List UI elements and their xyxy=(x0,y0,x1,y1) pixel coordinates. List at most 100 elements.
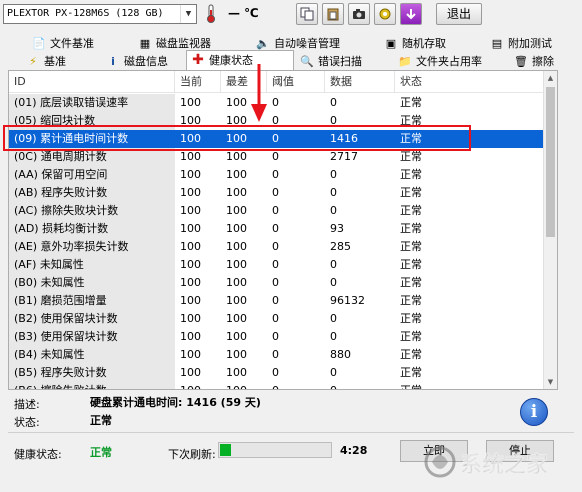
attr-id-cell: (B3) 使用保留块计数 xyxy=(9,328,175,346)
worst-cell: 100 xyxy=(226,240,247,253)
table-row[interactable]: (09) 累计通电时间计数 100 100 0 1416 正常 xyxy=(9,130,545,148)
current-cell: 100 xyxy=(180,186,201,199)
threshold-cell: 0 xyxy=(272,258,279,271)
health-cross-icon: ✚ xyxy=(192,52,204,68)
next-refresh-label: 下次刷新: xyxy=(168,448,216,461)
header-status[interactable]: 状态 xyxy=(395,71,545,93)
data-cell: 880 xyxy=(330,348,351,361)
header-worst[interactable]: 最差 xyxy=(221,71,267,93)
worst-cell: 100 xyxy=(226,348,247,361)
exit-button[interactable]: 退出 xyxy=(436,3,482,25)
extra-tests-icon: ▤ xyxy=(491,37,503,50)
status-cell: 正常 xyxy=(400,222,422,235)
trash-icon: 🗑 xyxy=(514,55,528,68)
table-row[interactable]: (AB) 程序失败计数 100 100 0 0 正常 xyxy=(9,184,545,202)
tab-error-scan[interactable]: 🔍 错误扫描 xyxy=(296,52,362,71)
header-current[interactable]: 当前 xyxy=(175,71,221,93)
table-row[interactable]: (B0) 未知属性 100 100 0 0 正常 xyxy=(9,274,545,292)
data-cell: 0 xyxy=(325,382,395,389)
current-cell: 100 xyxy=(180,348,201,361)
current-cell: 100 xyxy=(180,204,201,217)
tab-disk-info[interactable]: i 磁盘信息 xyxy=(102,52,168,71)
threshold-cell: 0 xyxy=(272,294,279,307)
current-cell: 100 xyxy=(180,312,201,325)
data-cell: 1416 xyxy=(325,130,395,148)
table-row[interactable]: (AF) 未知属性 100 100 0 0 正常 xyxy=(9,256,545,274)
refresh-now-button[interactable]: 立即 xyxy=(400,440,468,462)
header-id[interactable]: ID xyxy=(9,71,175,93)
worst-cell: 100 xyxy=(226,150,247,163)
table-row[interactable]: (AC) 擦除失败块计数 100 100 0 0 正常 xyxy=(9,202,545,220)
tab-label: 自动噪音管理 xyxy=(274,37,340,50)
settings-icon xyxy=(379,8,391,20)
options-button[interactable] xyxy=(374,3,396,25)
drive-select[interactable]: PLEXTOR PX-128M6S (128 GB) ▼ xyxy=(3,4,197,24)
magnifier-icon: 🔍 xyxy=(300,55,314,68)
data-cell: 0 xyxy=(330,276,337,289)
scroll-down-icon[interactable]: ▼ xyxy=(544,375,557,389)
table-row[interactable]: (B3) 使用保留块计数 100 100 0 0 正常 xyxy=(9,328,545,346)
download-button[interactable] xyxy=(400,3,422,25)
worst-cell: 100 xyxy=(226,114,247,127)
status-cell: 正常 xyxy=(400,276,422,289)
screenshot-button[interactable] xyxy=(348,3,370,25)
table-row[interactable]: (01) 底层读取错误速率 100 100 0 0 正常 xyxy=(9,94,545,112)
stop-button[interactable]: 停止 xyxy=(486,440,554,462)
divider xyxy=(8,432,574,433)
smart-attribute-table: ID 当前 最差 阈值 数据 状态 (01) 底层读取错误速率 100 100 0 0 正… xyxy=(8,70,558,390)
threshold-cell: 0 xyxy=(272,222,279,235)
info-icon[interactable]: i xyxy=(520,398,548,426)
tab-benchmark[interactable]: ⚡ 基准 xyxy=(22,52,66,71)
status-cell: 正常 xyxy=(400,294,422,307)
table-row[interactable]: (AD) 损耗均衡计数 100 100 0 93 正常 xyxy=(9,220,545,238)
disk-info-icon: i xyxy=(111,55,115,68)
table-row[interactable]: (B5) 程序失败计数 100 100 0 0 正常 xyxy=(9,364,545,382)
threshold-cell: 0 xyxy=(267,382,325,389)
tab-label: 随机存取 xyxy=(402,37,446,50)
attr-id-cell: (AE) 意外功率损失计数 xyxy=(9,238,175,256)
download-icon xyxy=(406,9,416,20)
threshold-cell: 0 xyxy=(272,168,279,181)
copy-button[interactable] xyxy=(296,3,318,25)
status-cell: 正常 xyxy=(400,114,422,127)
status-cell: 正常 xyxy=(400,366,422,379)
table-row[interactable]: (B6) 擦除失败计数10010000正常 xyxy=(9,382,545,389)
tab-label: 文件夹占用率 xyxy=(416,55,482,68)
status-cell: 正常 xyxy=(400,150,422,163)
description-label: 描述: xyxy=(14,398,40,411)
attr-id-cell: (B2) 使用保留块计数 xyxy=(9,310,175,328)
header-threshold[interactable]: 阈值 xyxy=(267,71,325,93)
vertical-scrollbar[interactable]: ▲ ▼ xyxy=(543,71,557,389)
tab-health[interactable]: ✚ 健康状态 xyxy=(186,50,294,71)
current-cell: 100 xyxy=(180,114,201,127)
table-row[interactable]: (B2) 使用保留块计数 100 100 0 0 正常 xyxy=(9,310,545,328)
tab-file-benchmark[interactable]: 📄 文件基准 xyxy=(28,34,94,53)
table-row[interactable]: (B4) 未知属性 100 100 0 880 正常 xyxy=(9,346,545,364)
scroll-up-icon[interactable]: ▲ xyxy=(544,71,557,85)
header-data[interactable]: 数据 xyxy=(325,71,395,93)
status-cell: 正常 xyxy=(400,240,422,253)
threshold-cell: 0 xyxy=(272,312,279,325)
worst-cell: 100 xyxy=(226,276,247,289)
table-row[interactable]: (AA) 保留可用空间 100 100 0 0 正常 xyxy=(9,166,545,184)
table-row[interactable]: (05) 缩回块计数 100 100 0 0 正常 xyxy=(9,112,545,130)
current-cell: 100 xyxy=(180,240,201,253)
table-row[interactable]: (B1) 磨损范围增量 100 100 0 96132 正常 xyxy=(9,292,545,310)
tab-random-access[interactable]: ▣ 随机存取 xyxy=(380,34,446,53)
table-row[interactable]: (0C) 通电周期计数 100 100 0 2717 正常 xyxy=(9,148,545,166)
disk-monitor-icon: ▦ xyxy=(139,37,151,50)
tab-label: 擦除 xyxy=(532,55,554,68)
threshold-cell: 0 xyxy=(272,186,279,199)
tab-extra-tests[interactable]: ▤ 附加测试 xyxy=(486,34,552,53)
status-cell: 正常 xyxy=(400,330,422,343)
scrollbar-thumb[interactable] xyxy=(546,87,555,237)
tab-folder-usage[interactable]: 📁 文件夹占用率 xyxy=(394,52,482,71)
status-cell: 正常 xyxy=(395,130,545,148)
chevron-down-icon[interactable]: ▼ xyxy=(180,5,196,23)
tab-erase[interactable]: 🗑 擦除 xyxy=(510,52,554,71)
table-row[interactable]: (AE) 意外功率损失计数 100 100 0 285 正常 xyxy=(9,238,545,256)
paste-button[interactable] xyxy=(322,3,344,25)
data-cell: 96132 xyxy=(330,294,365,307)
copy-icon xyxy=(300,7,314,21)
tab-label: 文件基准 xyxy=(50,37,94,50)
